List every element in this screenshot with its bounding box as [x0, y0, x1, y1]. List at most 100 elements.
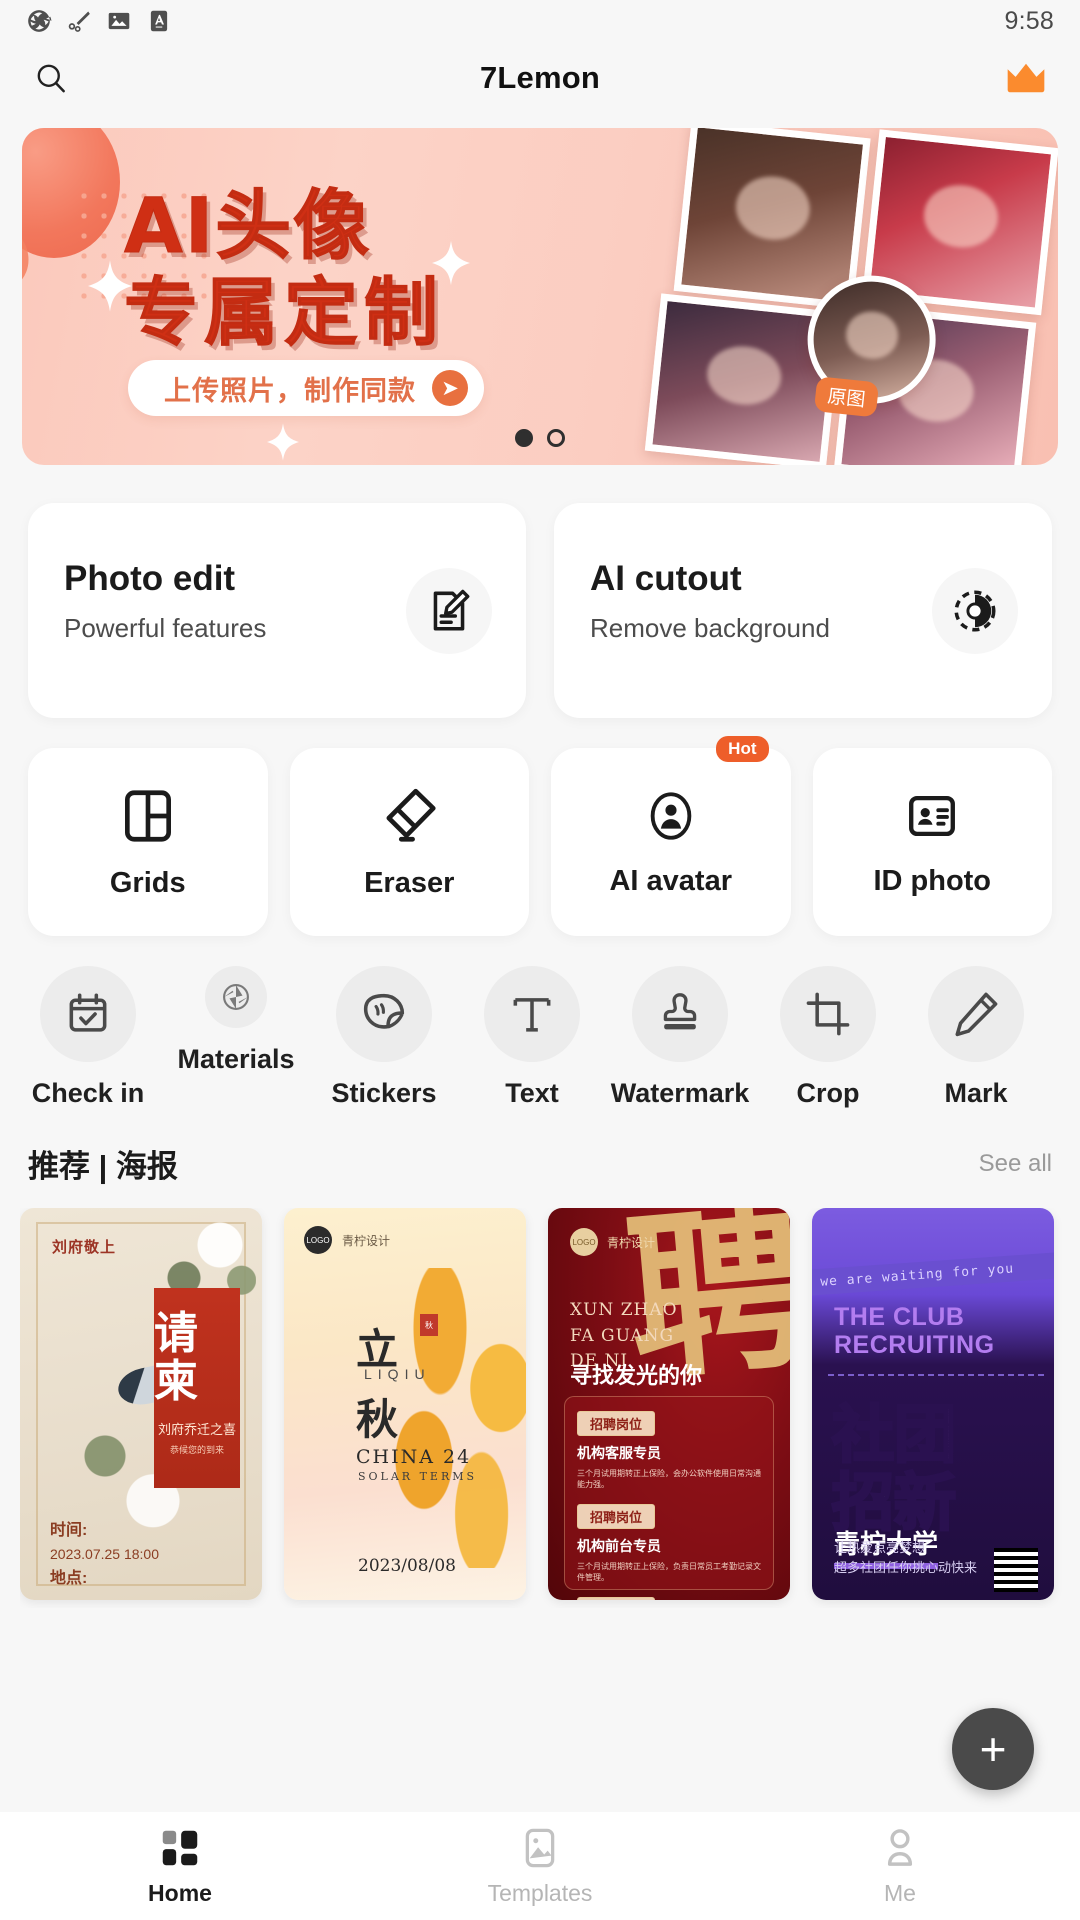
- tile-grids[interactable]: Grids: [28, 748, 268, 936]
- tile-ai-avatar[interactable]: Hot AI avatar: [551, 736, 791, 936]
- see-all-link[interactable]: See all: [979, 1150, 1052, 1178]
- arrow-right-circle-icon: ➤: [432, 370, 468, 406]
- tool-check-in[interactable]: Check in: [32, 966, 144, 1109]
- poster-brand-name: 青柠设计: [607, 1235, 656, 1250]
- tile-label: ID photo: [873, 864, 992, 897]
- person-icon: [887, 1829, 913, 1866]
- poster-slogan: 寻找发光的你: [570, 1363, 703, 1388]
- promo-banner[interactable]: AI头像 专属定制 上传照片，制作同款 ➤ 原图: [22, 128, 1058, 465]
- poster-ribbon-text: we are waiting for you: [819, 1260, 1015, 1290]
- job-tag: 招聘岗位: [577, 1411, 656, 1436]
- poster-place-label: 地点:: [50, 1570, 88, 1587]
- poster-scroll-row[interactable]: 刘府敬上 请柬 刘府乔迁之喜 恭候您的到来 时间: 2023.07.25 18:…: [20, 1208, 1080, 1608]
- person-circle-icon: [650, 791, 692, 840]
- crown-icon: [1007, 63, 1045, 93]
- nav-item-me[interactable]: Me: [720, 1825, 1080, 1907]
- poster-red-panel: 请柬 刘府乔迁之喜 恭候您的到来: [154, 1288, 240, 1488]
- job-entry: 招聘岗位 机构前台专员 三个月试用期转正上保险，负责日常员工考勤记录文件管理。: [577, 1504, 761, 1583]
- poster-card-club-recruiting[interactable]: we are waiting for you THE CLUB RECRUITIN…: [812, 1208, 1054, 1600]
- qr-code-icon: [994, 1548, 1038, 1592]
- eraser-icon: [386, 788, 436, 842]
- feature-card-photo-edit[interactable]: Photo edit Powerful features: [28, 503, 526, 718]
- page-title: 7Lemon: [479, 60, 601, 95]
- job-entry: 招聘岗位 机构客服专员 三个月试用期转正上保险，会办公软件使用日常沟通能力强。: [577, 1411, 761, 1490]
- feature-cards-row: Photo edit Powerful features AI cutout R…: [28, 503, 1052, 718]
- plus-icon: +: [979, 1723, 1007, 1775]
- app-screen: 9:58 7Lemon AI头像 专属定制 上传照片，制作同款 ➤ 原图 Pho…: [0, 0, 1080, 1920]
- poster-date: 2023/08/08: [358, 1556, 456, 1576]
- hot-badge: Hot: [716, 736, 769, 762]
- poster-brand-name: 青柠设计: [342, 1233, 391, 1248]
- job-title: 机构前台专员: [577, 1538, 661, 1554]
- poster-sub-text-2: 恭候您的到来: [169, 1445, 224, 1456]
- poster-sub-text: 刘府乔迁之喜: [157, 1422, 236, 1438]
- sparkle-icon: [88, 260, 132, 312]
- poster-logo-mark: LOGO: [570, 1228, 598, 1256]
- nav-label: Templates: [487, 1880, 593, 1906]
- tool-materials[interactable]: Materials: [177, 966, 295, 1109]
- stamp-icon: [632, 966, 728, 1062]
- tile-id-photo[interactable]: ID photo: [812, 748, 1052, 936]
- grid-layout-icon: [124, 789, 171, 842]
- poster-logo-mark: LOGO: [304, 1226, 332, 1254]
- tool-crop[interactable]: Crop: [772, 966, 884, 1109]
- tool-watermark[interactable]: Watermark: [611, 966, 749, 1109]
- banner-dot[interactable]: [547, 429, 565, 447]
- aperture-icon: [205, 966, 267, 1028]
- poster-time-label: 时间:: [50, 1522, 88, 1539]
- tile-label: AI avatar: [609, 864, 732, 897]
- tile-eraser[interactable]: Eraser: [289, 748, 529, 936]
- tool-label: Crop: [796, 1078, 860, 1108]
- text-a-icon: [150, 10, 168, 32]
- banner-headline-line2: 专属定制: [124, 270, 444, 357]
- tool-label: Text: [505, 1078, 559, 1108]
- nav-label: Home: [148, 1880, 212, 1906]
- crop-icon: [780, 966, 876, 1062]
- create-fab-button[interactable]: +: [952, 1708, 1034, 1790]
- poster-card-invitation[interactable]: 刘府敬上 请柬 刘府乔迁之喜 恭候您的到来 时间: 2023.07.25 18:…: [20, 1208, 262, 1600]
- templates-icon: [525, 1828, 555, 1868]
- calendar-check-icon: [40, 966, 136, 1062]
- tiles-row: Grids Eraser Hot AI avatar ID photo: [28, 736, 1052, 936]
- recommend-title: 推荐 | 海报: [28, 1149, 178, 1184]
- sparkle-icon: [432, 240, 470, 286]
- poster-en-title: CHINA 24: [356, 1446, 472, 1468]
- nav-item-home[interactable]: Home: [0, 1825, 360, 1907]
- poster-ribbon: we are waiting for you: [812, 1249, 1054, 1297]
- poster-logo: LOGO 青柠设计: [570, 1228, 655, 1256]
- nav-item-templates[interactable]: Templates: [360, 1825, 720, 1907]
- tools-scroll-row[interactable]: Check in Materials Stickers Text Waterma…: [32, 966, 1080, 1109]
- tool-label: Stickers: [331, 1078, 437, 1108]
- id-card-icon: [909, 795, 956, 836]
- banner-headline: AI头像 专属定制: [123, 185, 444, 357]
- nav-label: Me: [884, 1880, 916, 1906]
- vip-button[interactable]: [1000, 55, 1052, 101]
- tool-label: Mark: [944, 1078, 1008, 1108]
- banner-pagination[interactable]: [22, 429, 1058, 447]
- tool-label: Watermark: [610, 1078, 750, 1108]
- tool-label: Materials: [177, 1044, 295, 1074]
- search-button[interactable]: [28, 55, 74, 101]
- poster-slogan-1: 让热爱点亮梦想: [834, 1540, 926, 1555]
- job-desc: 三个月试用期转正上保险，会办公软件使用日常沟通能力强。: [577, 1469, 761, 1489]
- tool-text[interactable]: Text: [476, 966, 588, 1109]
- poster-card-recruiting-red[interactable]: 聘 LOGO 青柠设计 XUN ZHAO FA GUANG DE NI 寻找发光的你…: [548, 1208, 790, 1600]
- feature-card-ai-cutout[interactable]: AI cutout Remove background: [554, 503, 1052, 718]
- poster-romanization: LIQIU: [364, 1366, 431, 1382]
- cutout-circle-icon: [932, 567, 1018, 654]
- poster-slogan-2: 超多社团任你挑心动快来: [834, 1560, 978, 1575]
- poster-card-liqiu[interactable]: LOGO 青柠设计 立 秋 LIQIU 秋 CHINA 24 SOLAR TER…: [284, 1208, 526, 1600]
- banner-headline-line1: AI头像: [123, 181, 372, 270]
- tool-label: Check in: [32, 1078, 145, 1108]
- job-tag: 招聘岗位: [577, 1597, 656, 1600]
- banner-dot-active[interactable]: [515, 429, 533, 447]
- shutter-icon: [28, 10, 52, 32]
- grid-home-icon: [162, 1830, 198, 1866]
- poster-jobs-panel: 招聘岗位 机构客服专员 三个月试用期转正上保险，会办公软件使用日常沟通能力强。 …: [564, 1396, 774, 1600]
- image-icon: [108, 12, 130, 30]
- poster-top-text: 刘府敬上: [52, 1239, 117, 1256]
- banner-cta-label: 上传照片，制作同款: [164, 375, 416, 407]
- banner-cta-button[interactable]: 上传照片，制作同款 ➤: [128, 360, 484, 416]
- tool-mark[interactable]: Mark: [920, 966, 1032, 1109]
- tool-stickers[interactable]: Stickers: [328, 966, 440, 1109]
